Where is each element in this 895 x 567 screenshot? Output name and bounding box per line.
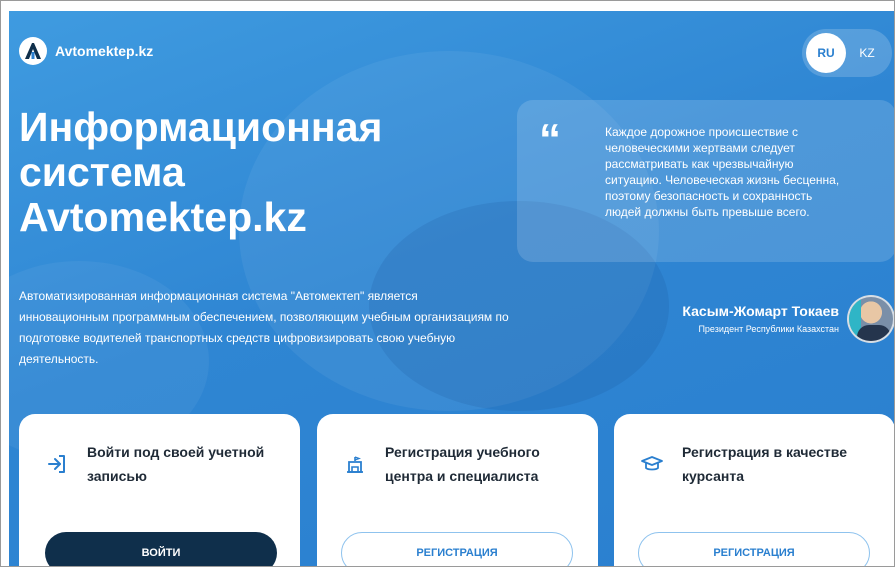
logo-text: Avtomektep.kz — [55, 43, 154, 59]
quote-card: “ Каждое дорожное происшествие с человеч… — [517, 100, 894, 262]
quote-author-role: Президент Республики Казахстан — [698, 324, 839, 334]
suit-shape — [857, 325, 891, 341]
quote-text: Каждое дорожное происшествие с человечес… — [605, 125, 840, 219]
login-icon — [45, 452, 69, 476]
lang-kz-button[interactable]: KZ — [850, 33, 884, 73]
hero-description: Автоматизированная информационная систем… — [19, 289, 509, 366]
language-switcher: RU KZ — [802, 29, 892, 77]
lang-ru-button[interactable]: RU — [806, 33, 846, 73]
student-registration-button[interactable]: РЕГИСТРАЦИЯ — [638, 532, 870, 566]
graduation-cap-icon — [640, 452, 664, 476]
login-button[interactable]: ВОЙТИ — [45, 532, 277, 566]
hero-title: Информационная система Avtomektep.kz — [19, 104, 383, 240]
center-registration-card: Регистрация учебного центра и специалист… — [317, 414, 598, 566]
logo-icon — [19, 37, 47, 65]
building-icon — [343, 452, 367, 476]
quote-author-name: Касым-Жомарт Токаев — [682, 303, 839, 319]
quote-icon: “ — [539, 115, 561, 164]
student-registration-title: Регистрация в качестве курсанта — [682, 444, 847, 484]
student-registration-card: Регистрация в качестве курсанта РЕГИСТРА… — [614, 414, 894, 566]
center-registration-button[interactable]: РЕГИСТРАЦИЯ — [341, 532, 573, 566]
author-avatar — [847, 295, 894, 343]
login-card-title: Войти под своей учетной записью — [87, 444, 265, 484]
site-logo[interactable]: Avtomektep.kz — [19, 37, 153, 65]
page: Avtomektep.kz RU KZ Информационная систе… — [0, 0, 895, 567]
center-registration-title: Регистрация учебного центра и специалист… — [385, 444, 540, 484]
login-card: Войти под своей учетной записью ВОЙТИ — [19, 414, 300, 566]
